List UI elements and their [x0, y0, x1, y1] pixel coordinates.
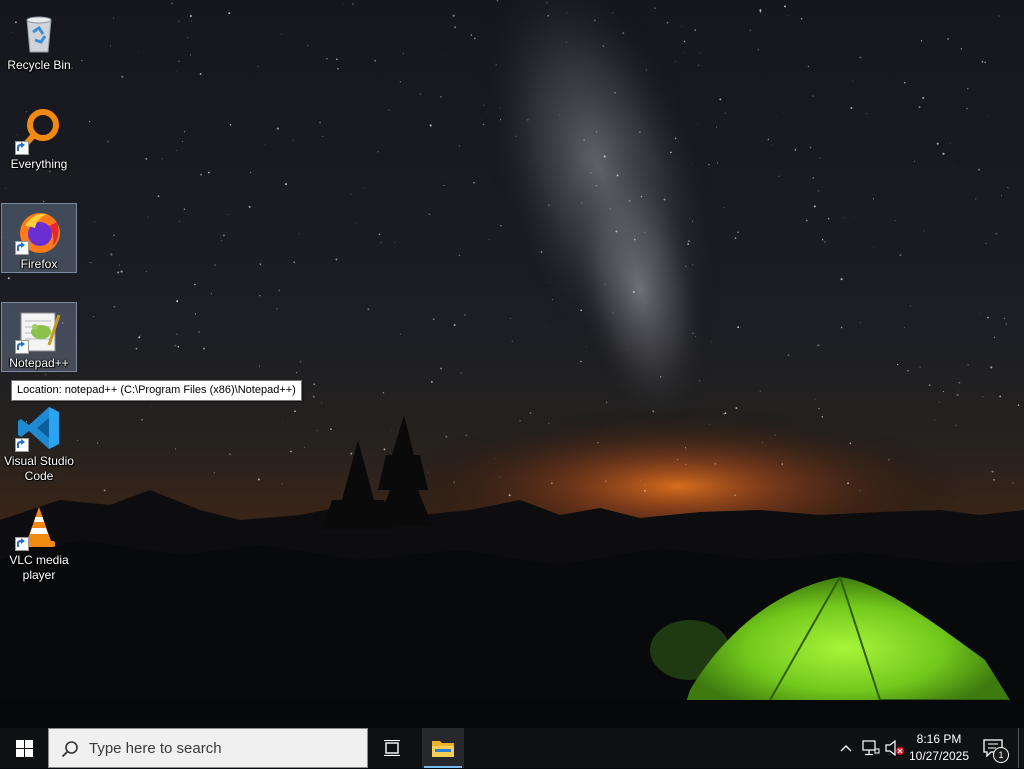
desktop-wallpaper	[0, 0, 1024, 728]
shortcut-arrow-icon	[15, 340, 29, 354]
shortcut-arrow-icon	[15, 141, 29, 155]
taskbar: Type here to search	[0, 728, 1024, 768]
show-hidden-icons-button[interactable]	[836, 728, 856, 768]
shortcut-arrow-icon	[15, 537, 29, 551]
location-tooltip: Location: notepad++ (C:\Program Files (x…	[11, 380, 302, 401]
desktop-icon-label: Recycle Bin	[0, 58, 78, 73]
desktop-icon-visual-studio-code[interactable]: Visual Studio Code	[1, 400, 77, 488]
chevron-up-icon	[840, 744, 852, 752]
network-icon	[862, 740, 880, 756]
volume-tray-button[interactable]	[884, 728, 906, 768]
windows-logo-icon	[16, 740, 33, 757]
search-icon	[61, 740, 79, 758]
action-center-button[interactable]: 1	[978, 728, 1010, 768]
task-view-icon	[383, 740, 401, 756]
notification-count-badge: 1	[993, 747, 1009, 763]
clock-time: 8:16 PM	[904, 732, 974, 746]
recycle-bin-icon	[15, 8, 63, 56]
network-tray-button[interactable]	[860, 728, 882, 768]
desktop-icon-label: Notepad++	[0, 356, 78, 371]
desktop-icon-vlc-media-player[interactable]: VLC media player	[1, 499, 77, 587]
show-desktop-button[interactable]	[1018, 728, 1024, 768]
search-placeholder: Type here to search	[89, 729, 222, 769]
shortcut-arrow-icon	[15, 438, 29, 452]
desktop-icon-firefox[interactable]: Firefox	[1, 203, 77, 273]
desktop-icon-label: Everything	[0, 157, 78, 172]
task-view-button[interactable]	[372, 728, 412, 768]
shortcut-arrow-icon	[15, 241, 29, 255]
desktop-icon-label: Visual Studio Code	[0, 454, 78, 484]
desktop-icon-label: Firefox	[0, 257, 78, 272]
desktop-icon-recycle-bin[interactable]: Recycle Bin	[1, 4, 77, 78]
desktop-icon-label: VLC media player	[0, 553, 78, 583]
file-explorer-icon	[432, 738, 454, 758]
taskbar-clock[interactable]: 8:16 PM 10/27/2025	[904, 728, 974, 768]
volume-muted-icon	[885, 740, 905, 756]
file-explorer-taskbar-button[interactable]	[422, 728, 464, 768]
start-button[interactable]	[0, 728, 48, 768]
clock-date: 10/27/2025	[904, 749, 974, 763]
desktop-icon-notepad-plus-plus[interactable]: Notepad++	[1, 302, 77, 372]
desktop-icon-everything[interactable]: Everything	[1, 103, 77, 177]
taskbar-search-box[interactable]: Type here to search	[48, 728, 368, 768]
